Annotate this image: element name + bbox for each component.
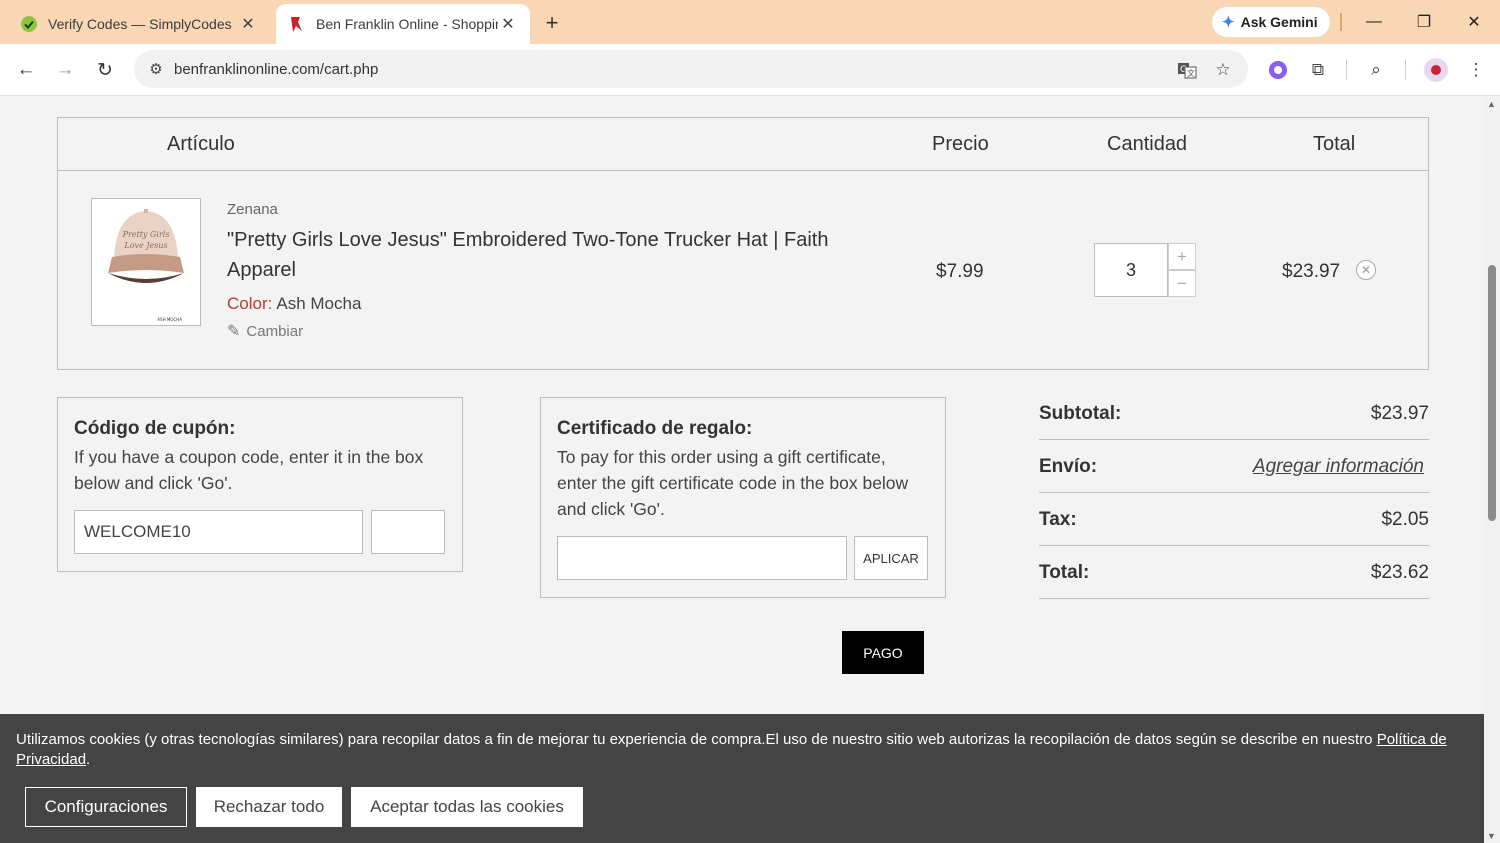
ask-gemini-button[interactable]: ✦ Ask Gemini bbox=[1212, 7, 1330, 37]
edit-icon: ✎ bbox=[227, 323, 241, 340]
accept-all-cookies-button[interactable]: Aceptar todas las cookies bbox=[351, 787, 583, 827]
remove-item-icon[interactable]: ✕ bbox=[1356, 260, 1376, 280]
page-content: Artículo Precio Cantidad Total Pretty Gi… bbox=[0, 97, 1484, 843]
header-quantity: Cantidad bbox=[1107, 133, 1188, 155]
kebab-menu-icon[interactable]: ⋮ bbox=[1464, 58, 1488, 82]
profile-avatar[interactable] bbox=[1424, 58, 1448, 82]
tabbar-separator bbox=[1340, 13, 1342, 31]
minimize-icon[interactable]: — bbox=[1362, 10, 1386, 34]
product-image-tag: ASH MOCHA bbox=[157, 317, 182, 322]
product-color: Color: Ash Mocha bbox=[227, 294, 361, 314]
total-value: $23.62 bbox=[1370, 562, 1429, 583]
color-label: Color: bbox=[227, 294, 273, 313]
close-tab-icon[interactable]: ✕ bbox=[238, 14, 258, 34]
header-item: Artículo bbox=[167, 133, 235, 155]
change-label: Cambiar bbox=[246, 322, 304, 340]
toolbar-separator bbox=[1405, 60, 1406, 80]
tax-label: Tax: bbox=[1039, 509, 1077, 530]
scroll-down-arrow-icon[interactable]: ▼ bbox=[1487, 831, 1496, 841]
product-image-line2: Love Jesus bbox=[123, 241, 167, 250]
summary-total-row: Total: $23.62 bbox=[1039, 546, 1429, 599]
total-label: Total: bbox=[1039, 562, 1090, 583]
gift-description: To pay for this order using a gift certi… bbox=[557, 447, 909, 519]
gift-certificate-box: Certificado de regalo: To pay for this o… bbox=[540, 397, 946, 598]
cookie-settings-button[interactable]: Configuraciones bbox=[25, 787, 187, 827]
checkout-button[interactable]: PAGO bbox=[842, 631, 924, 674]
tab-title: Ben Franklin Online - Shopping bbox=[316, 16, 498, 32]
shipping-label: Envío: bbox=[1039, 456, 1098, 477]
summary-tax-row: Tax: $2.05 bbox=[1039, 493, 1429, 546]
cart-table: Artículo Precio Cantidad Total Pretty Gi… bbox=[57, 117, 1429, 370]
tab-benfranklin[interactable]: Ben Franklin Online - Shopping ✕ bbox=[276, 4, 530, 44]
quantity-input[interactable]: 3 bbox=[1094, 243, 1168, 297]
benfranklin-favicon-icon bbox=[288, 15, 306, 33]
gift-title: Certificado de regalo: bbox=[557, 418, 753, 439]
product-image-line1: Pretty Girls bbox=[122, 230, 170, 239]
scroll-up-arrow-icon[interactable]: ▲ bbox=[1487, 99, 1496, 109]
svg-text:文: 文 bbox=[1187, 68, 1195, 78]
forward-arrow-icon[interactable]: → bbox=[52, 57, 78, 83]
cart-item-row: Pretty Girls Love Jesus ASH MOCHA Zenana… bbox=[58, 171, 1428, 369]
quantity-decrease-button[interactable]: − bbox=[1168, 270, 1196, 297]
reject-all-cookies-button[interactable]: Rechazar todo bbox=[196, 787, 342, 827]
simplycodes-favicon-icon bbox=[20, 15, 38, 33]
change-item-link[interactable]: ✎ Cambiar bbox=[227, 321, 303, 341]
cookie-banner: Utilizamos cookies (y otras tecnologías … bbox=[0, 714, 1484, 843]
product-image[interactable]: Pretty Girls Love Jesus ASH MOCHA bbox=[91, 198, 201, 326]
cart-table-header: Artículo Precio Cantidad Total bbox=[58, 118, 1428, 171]
reload-icon[interactable]: ↻ bbox=[92, 57, 118, 83]
scrollbar-thumb[interactable] bbox=[1488, 265, 1496, 521]
tab-search-icon[interactable]: ⌕ bbox=[1364, 58, 1388, 82]
gift-code-input[interactable] bbox=[557, 536, 847, 580]
header-price: Precio bbox=[932, 133, 989, 155]
product-brand: Zenana bbox=[227, 201, 278, 218]
cookie-text: Utilizamos cookies (y otras tecnologías … bbox=[16, 731, 1377, 748]
tab-simplycodes[interactable]: Verify Codes — SimplyCodes ✕ bbox=[8, 4, 270, 44]
restore-icon[interactable]: ❐ bbox=[1412, 10, 1436, 34]
new-tab-plus-icon[interactable]: + bbox=[540, 10, 564, 35]
subtotal-value: $23.97 bbox=[1370, 403, 1429, 424]
line-total: $23.97 bbox=[1282, 261, 1341, 282]
star-icon[interactable]: ☆ bbox=[1212, 59, 1234, 81]
browser-tab-bar: Verify Codes — SimplyCodes ✕ Ben Frankli… bbox=[0, 0, 1500, 44]
ask-gemini-label: Ask Gemini bbox=[1240, 14, 1318, 30]
puzzle-icon[interactable]: ⧉ bbox=[1306, 58, 1330, 82]
url-text[interactable]: benfranklinonline.com/cart.php bbox=[174, 61, 378, 78]
avatar-image bbox=[1431, 65, 1441, 75]
unit-price: $7.99 bbox=[936, 261, 984, 282]
window-close-icon[interactable]: ✕ bbox=[1462, 10, 1486, 34]
summary-subtotal-row: Subtotal: $23.97 bbox=[1039, 387, 1429, 440]
coupon-box: Código de cupón: If you have a coupon co… bbox=[57, 397, 463, 572]
cookie-text-suffix: . bbox=[86, 751, 91, 768]
order-summary: Subtotal: $23.97 Envío: Agregar informac… bbox=[1039, 387, 1429, 599]
back-arrow-icon[interactable]: ← bbox=[13, 57, 39, 83]
header-total: Total bbox=[1313, 133, 1356, 155]
tab-title: Verify Codes — SimplyCodes bbox=[48, 16, 232, 32]
subtotal-label: Subtotal: bbox=[1039, 403, 1122, 424]
add-shipping-info-link[interactable]: Agregar información bbox=[1253, 456, 1424, 478]
toolbar-separator bbox=[1346, 60, 1347, 80]
extension-icon[interactable] bbox=[1266, 58, 1290, 82]
color-value: Ash Mocha bbox=[276, 294, 362, 313]
product-name[interactable]: "Pretty Girls Love Jesus" Embroidered Tw… bbox=[227, 225, 867, 285]
coupon-go-button[interactable] bbox=[371, 510, 445, 554]
coupon-code-input[interactable]: WELCOME10 bbox=[74, 510, 363, 554]
page-scrollbar[interactable]: ▲ ▼ bbox=[1484, 97, 1500, 843]
site-info-icon[interactable]: ⚙ bbox=[138, 60, 174, 78]
summary-shipping-row: Envío: Agregar información bbox=[1039, 440, 1429, 493]
gemini-icon: ✦ bbox=[1222, 14, 1235, 31]
close-tab-icon[interactable]: ✕ bbox=[498, 14, 518, 34]
coupon-title: Código de cupón: bbox=[74, 418, 236, 439]
gift-apply-button[interactable]: APLICAR bbox=[854, 536, 928, 580]
tax-value: $2.05 bbox=[1381, 509, 1429, 530]
quantity-increase-button[interactable]: + bbox=[1168, 243, 1196, 270]
browser-toolbar: ← → ↻ ⚙ benfranklinonline.com/cart.php G… bbox=[0, 44, 1500, 96]
translate-icon[interactable]: G文 bbox=[1176, 59, 1198, 81]
address-bar[interactable]: ⚙ benfranklinonline.com/cart.php G文 ☆ bbox=[134, 50, 1248, 88]
coupon-description: If you have a coupon code, enter it in t… bbox=[74, 447, 424, 493]
cookie-message: Utilizamos cookies (y otras tecnologías … bbox=[16, 730, 1466, 770]
